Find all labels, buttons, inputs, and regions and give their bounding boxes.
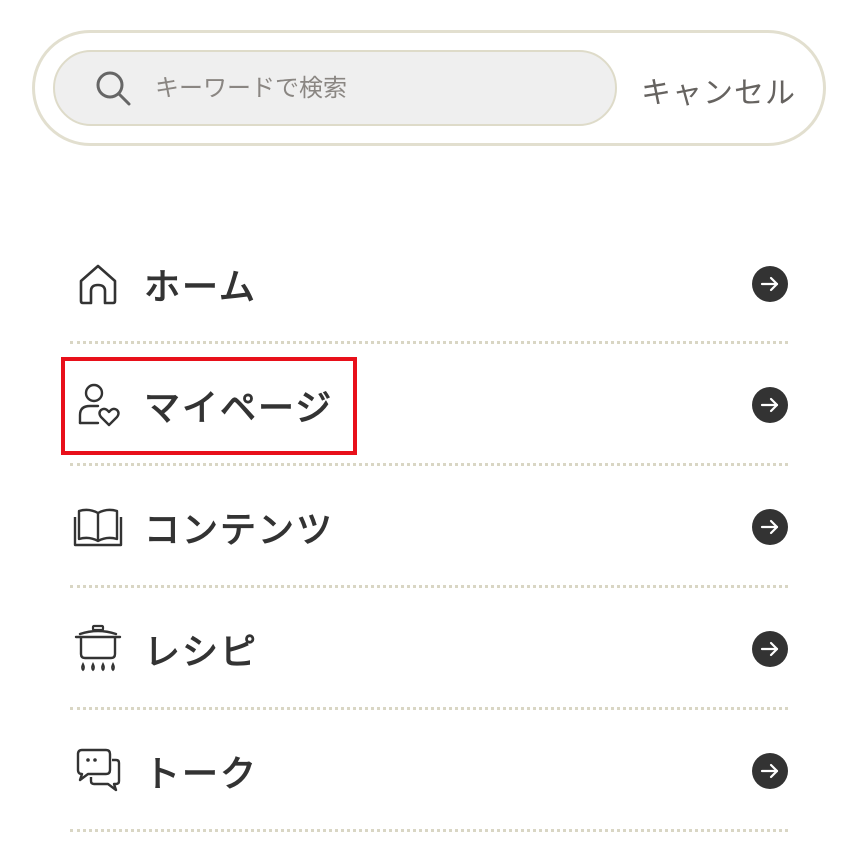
menu-item-mypage[interactable]: マイページ: [70, 344, 788, 466]
search-field-container[interactable]: [53, 50, 617, 126]
book-icon: [72, 501, 124, 553]
menu-item-label: マイページ: [144, 388, 334, 429]
menu-item-label: トーク: [144, 754, 259, 795]
search-input[interactable]: [155, 74, 575, 102]
menu-item-contents[interactable]: コンテンツ: [70, 466, 788, 588]
arrow-right-circle-icon: [752, 509, 788, 545]
menu-item-label: レシピ: [144, 632, 259, 673]
menu-item-label: コンテンツ: [144, 510, 335, 551]
menu-item-talk[interactable]: トーク: [70, 710, 788, 832]
arrow-right-circle-icon: [752, 631, 788, 667]
cooking-pot-icon: [72, 623, 124, 675]
search-icon: [91, 66, 135, 110]
home-icon: [72, 258, 124, 310]
arrow-right-circle-icon: [752, 387, 788, 423]
menu-item-home[interactable]: ホーム: [70, 224, 788, 344]
menu-list: ホーム マイページ コンテンツ レシピ トーク: [70, 224, 788, 832]
arrow-right-circle-icon: [752, 266, 788, 302]
search-bar: キャンセル: [32, 30, 826, 146]
arrow-right-circle-icon: [752, 753, 788, 789]
user-heart-icon: [72, 379, 124, 431]
menu-item-recipe[interactable]: レシピ: [70, 588, 788, 710]
cancel-button[interactable]: キャンセル: [641, 65, 796, 115]
chat-bubbles-icon: [72, 745, 124, 797]
app-screen: キャンセル ホーム: [0, 0, 856, 858]
menu-item-label: ホーム: [144, 267, 257, 308]
